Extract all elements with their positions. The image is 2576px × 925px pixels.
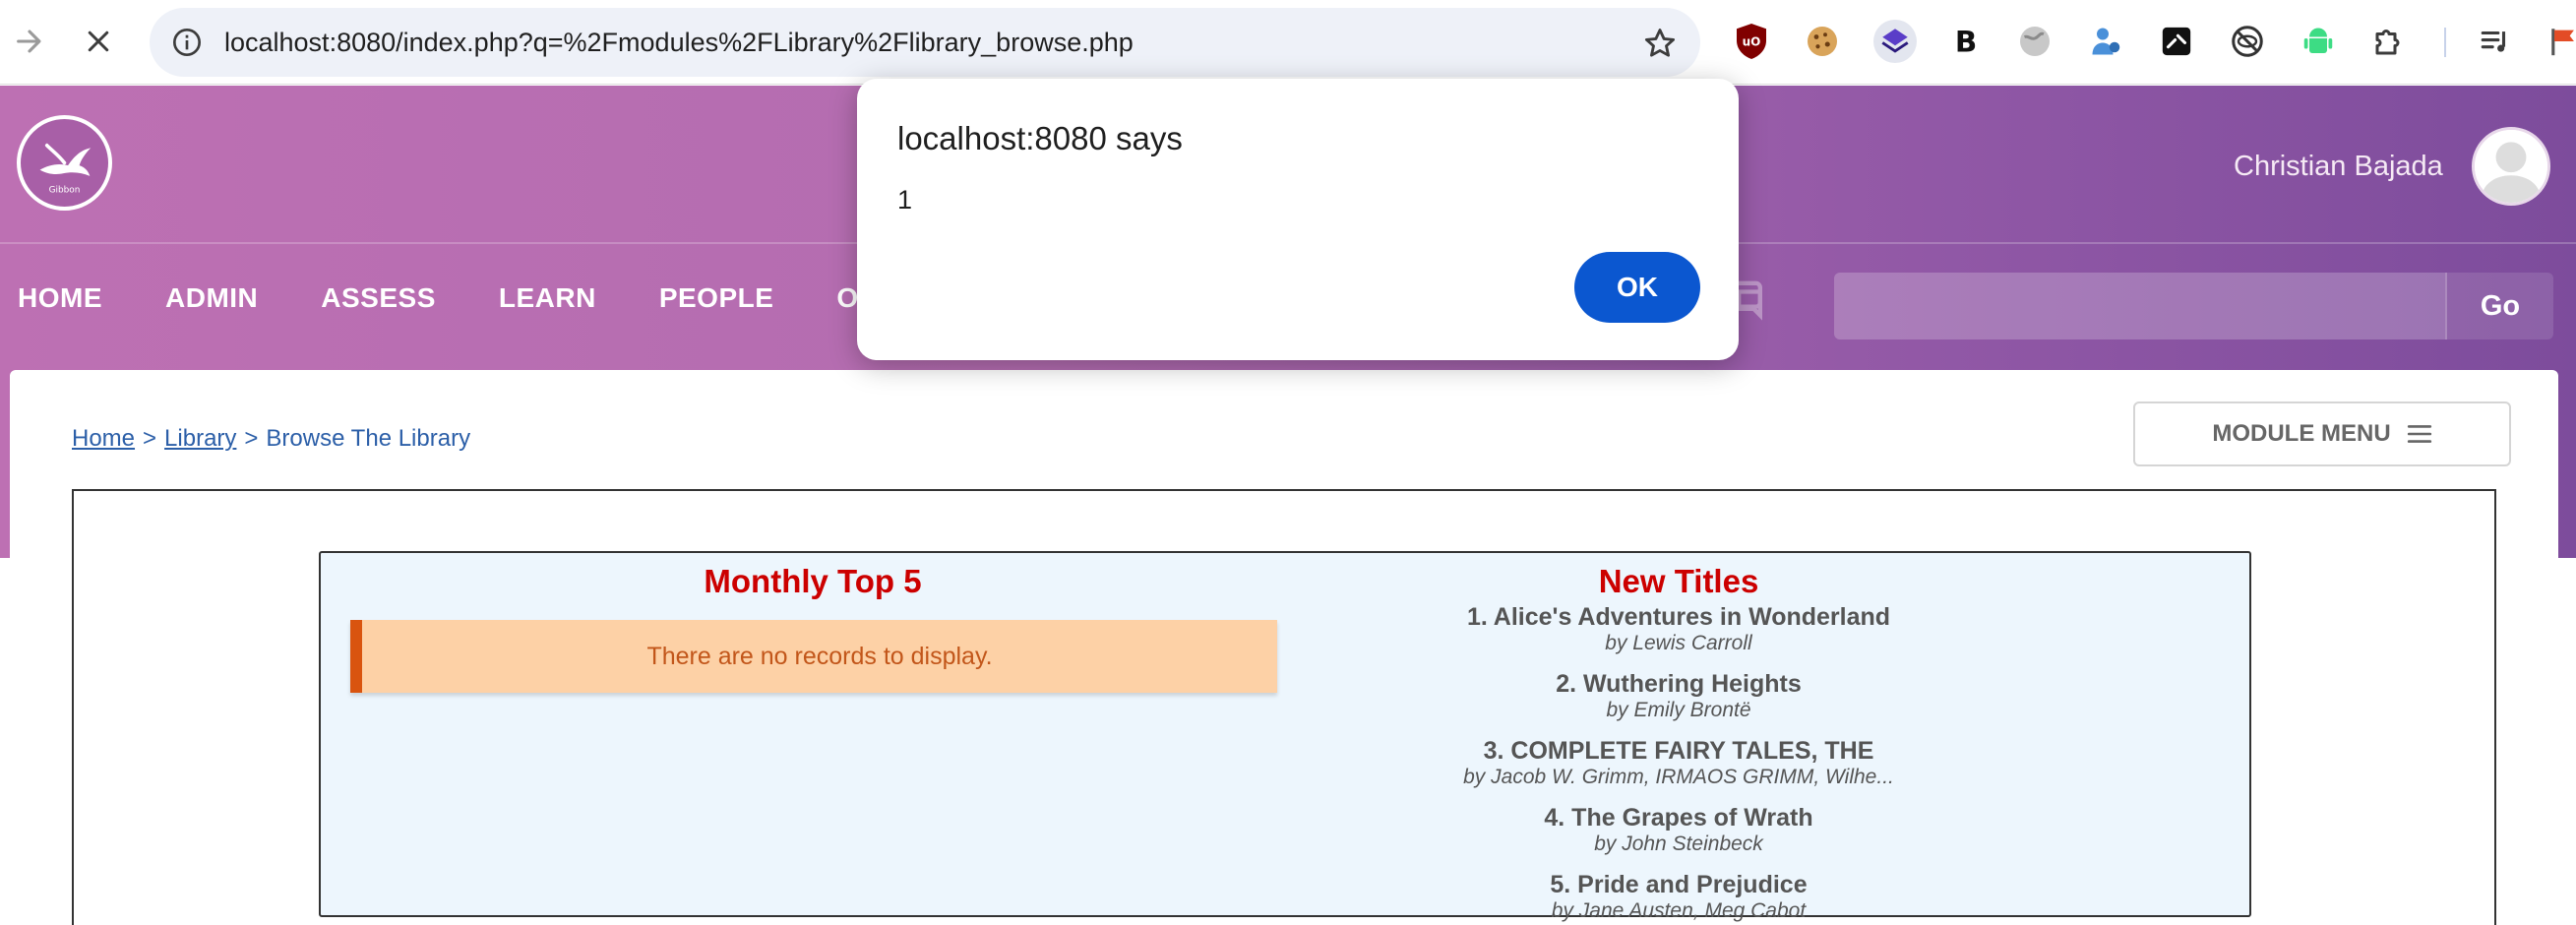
book-author: by John Steinbeck xyxy=(1594,832,1763,855)
cookie-icon[interactable] xyxy=(1801,20,1844,63)
bookmark-star-icon[interactable] xyxy=(1641,25,1679,62)
user-name[interactable]: Christian Bajada xyxy=(2234,151,2443,183)
breadcrumb-library-link[interactable]: Library xyxy=(164,425,236,452)
library-browse-frame: Monthly Top 5 There are no records to di… xyxy=(72,489,2496,925)
breadcrumb-current: Browse The Library xyxy=(266,425,471,452)
book-author: by Lewis Carroll xyxy=(1605,632,1752,654)
search-go-button[interactable]: Go xyxy=(2445,273,2553,339)
hamburger-menu-icon xyxy=(2407,425,2431,443)
puzzle-icon[interactable] xyxy=(2367,20,2411,63)
module-menu-label: MODULE MENU xyxy=(2212,420,2391,447)
nav-people[interactable]: PEOPLE xyxy=(642,269,792,328)
site-info-icon[interactable] xyxy=(171,27,203,58)
book-title[interactable]: 2. Wuthering Heights xyxy=(1305,669,2053,699)
terminal-icon[interactable] xyxy=(2155,20,2198,63)
browser-toolbar: localhost:8080/index.php?q=%2Fmodules%2F… xyxy=(0,0,2576,85)
list-item: 1. Alice's Adventures in Wonderland by L… xyxy=(1305,602,2053,655)
alert-ok-button[interactable]: OK xyxy=(1574,252,1700,323)
url-text[interactable]: localhost:8080/index.php?q=%2Fmodules%2F… xyxy=(224,8,1134,77)
breadcrumb-separator: > xyxy=(143,425,157,452)
toolbar-divider xyxy=(2444,28,2446,57)
address-bar[interactable]: localhost:8080/index.php?q=%2Fmodules%2F… xyxy=(150,8,1700,77)
search-input[interactable] xyxy=(1834,273,2445,339)
gibbon-logo[interactable]: Gibbon xyxy=(17,115,112,211)
nav-learn[interactable]: LEARN xyxy=(481,269,614,328)
forward-arrow-icon[interactable] xyxy=(6,18,53,65)
android-icon[interactable] xyxy=(2297,20,2340,63)
globe-icon[interactable] xyxy=(2013,20,2056,63)
list-item: 2. Wuthering Heights by Emily Brontë xyxy=(1305,669,2053,722)
no-records-warning: There are no records to display. xyxy=(350,620,1277,693)
ublock-icon[interactable]: uO xyxy=(1730,20,1773,63)
book-title[interactable]: 4. The Grapes of Wrath xyxy=(1305,803,2053,832)
blocked-eye-icon[interactable] xyxy=(2226,20,2269,63)
alert-title: localhost:8080 says xyxy=(897,120,1183,156)
media-icon[interactable] xyxy=(2474,20,2517,63)
stop-loading-icon[interactable] xyxy=(75,18,122,65)
flag-icon[interactable] xyxy=(2543,20,2576,63)
nav-assess[interactable]: ASSESS xyxy=(303,269,454,328)
new-titles-list: New Titles 1. Alice's Adventures in Wond… xyxy=(1305,563,2053,925)
new-titles-heading: New Titles xyxy=(1598,563,1759,599)
main-navigation: HOME ADMIN ASSESS LEARN PEOPLE OTHER xyxy=(0,269,878,328)
book-author: by Jane Austen, Meg Cabot xyxy=(1551,899,1807,922)
nav-home[interactable]: HOME xyxy=(0,269,120,328)
book-author: by Jacob W. Grimm, IRMAOS GRIMM, Wilhe..… xyxy=(1463,766,1894,788)
layers-icon[interactable] xyxy=(1873,20,1917,63)
user-avatar[interactable] xyxy=(2472,127,2550,206)
puzzle-person-icon[interactable] xyxy=(2084,20,2127,63)
alert-message: 1 xyxy=(897,185,913,215)
svg-text:B: B xyxy=(1955,26,1977,59)
book-author: by Emily Brontë xyxy=(1606,699,1751,721)
bold-b-icon[interactable]: B xyxy=(1944,20,1988,63)
list-item: 3. COMPLETE FAIRY TALES, THE by Jacob W.… xyxy=(1305,736,2053,789)
list-item: 5. Pride and Prejudice by Jane Austen, M… xyxy=(1305,870,2053,923)
breadcrumb: Home > Library > Browse The Library xyxy=(72,425,470,453)
content-area: Home > Library > Browse The Library MODULE M… xyxy=(10,370,2558,925)
breadcrumb-home-link[interactable]: Home xyxy=(72,425,135,452)
book-title[interactable]: 3. COMPLETE FAIRY TALES, THE xyxy=(1305,736,2053,766)
alert-dialog: localhost:8080 says 1 OK xyxy=(857,79,1739,360)
monthly-top5-heading: Monthly Top 5 xyxy=(704,563,922,599)
nav-admin[interactable]: ADMIN xyxy=(148,269,276,328)
breadcrumb-separator: > xyxy=(244,425,259,452)
svg-text:uO: uO xyxy=(1743,35,1761,49)
book-title[interactable]: 5. Pride and Prejudice xyxy=(1305,870,2053,899)
search-form: Go xyxy=(1834,273,2553,339)
list-item: 4. The Grapes of Wrath by John Steinbeck xyxy=(1305,803,2053,856)
module-menu-button[interactable]: MODULE MENU xyxy=(2133,401,2511,466)
logo-text: Gibbon xyxy=(49,186,81,196)
book-title[interactable]: 1. Alice's Adventures in Wonderland xyxy=(1305,602,2053,632)
library-highlights-panel: Monthly Top 5 There are no records to di… xyxy=(319,551,2251,922)
